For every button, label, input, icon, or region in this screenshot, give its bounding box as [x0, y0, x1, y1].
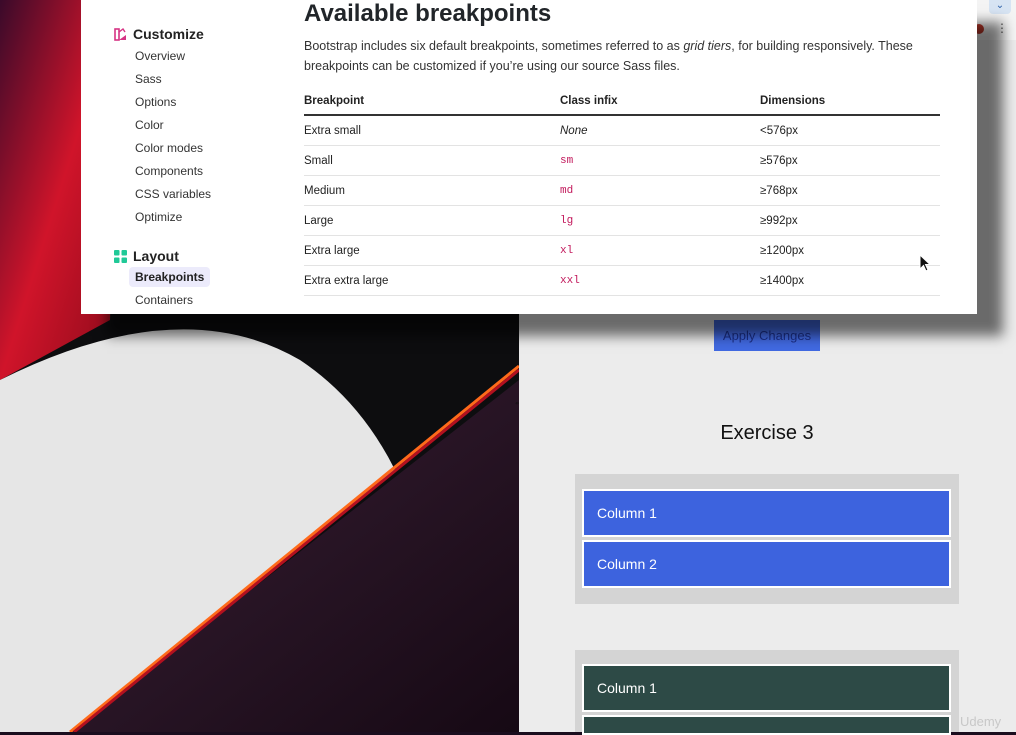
- class-infix-code: xxl: [560, 275, 580, 287]
- column-1: Column 1: [582, 664, 951, 712]
- class-infix-code: xl: [560, 245, 574, 257]
- page-description: Bootstrap includes six default breakpoin…: [304, 39, 913, 73]
- table-row: Extra extra large xxl ≥1400px: [304, 265, 940, 296]
- sidebar-item-color-modes[interactable]: Color modes: [135, 141, 203, 155]
- sidebar-item-options[interactable]: Options: [135, 95, 176, 109]
- class-infix-code: sm: [560, 155, 574, 167]
- sidebar-item-components[interactable]: Components: [135, 164, 203, 178]
- column-header-dimensions: Dimensions: [760, 88, 940, 116]
- sidebar-item-css-variables[interactable]: CSS variables: [135, 187, 211, 201]
- table-row: Small sm ≥576px: [304, 145, 940, 176]
- column-header-breakpoint: Breakpoint: [304, 88, 560, 116]
- sidebar-item-overview[interactable]: Overview: [135, 49, 185, 63]
- column-header-class-infix: Class infix: [560, 88, 760, 116]
- grid-icon: [114, 249, 127, 263]
- class-infix-code: lg: [560, 215, 574, 227]
- sidebar-section-customize[interactable]: Customize: [114, 26, 204, 42]
- chevron-down-icon[interactable]: ⌄: [989, 0, 1011, 14]
- palette-icon: [114, 27, 126, 41]
- exercise-row-container: Column 1 Column 2: [575, 474, 959, 604]
- udemy-watermark: Udemy: [960, 714, 1002, 729]
- table-row: Large lg ≥992px: [304, 205, 940, 236]
- table-row: Medium md ≥768px: [304, 175, 940, 206]
- class-infix-code: md: [560, 185, 574, 197]
- kebab-icon[interactable]: ⋮: [996, 22, 1008, 34]
- sidebar-item-color[interactable]: Color: [135, 118, 164, 132]
- arrow-cursor-icon: [919, 254, 932, 272]
- bootstrap-docs-window: Customize Overview Sass Options Color Co…: [81, 0, 977, 314]
- sidebar-item-containers[interactable]: Containers: [135, 293, 193, 307]
- table-header-row: Breakpoint Class infix Dimensions: [304, 88, 940, 116]
- column-2: Column 2: [582, 540, 951, 588]
- sidebar-heading: Layout: [133, 248, 179, 264]
- sidebar-item-sass[interactable]: Sass: [135, 72, 162, 86]
- docs-sidebar: Customize Overview Sass Options Color Co…: [81, 0, 281, 314]
- sidebar-section-layout[interactable]: Layout: [114, 248, 179, 264]
- table-row: Extra large xl ≥1200px: [304, 235, 940, 266]
- apply-changes-button[interactable]: Apply Changes: [714, 320, 820, 351]
- table-row: Extra small None <576px: [304, 115, 940, 146]
- breakpoints-table: Breakpoint Class infix Dimensions Extra …: [304, 88, 940, 296]
- sidebar-item-breakpoints[interactable]: Breakpoints: [129, 267, 211, 287]
- column-1: Column 1: [582, 489, 951, 537]
- page-title: Available breakpoints: [304, 0, 552, 27]
- exercise-row-container-2: Column 1: [575, 650, 959, 735]
- sidebar-item-optimize[interactable]: Optimize: [135, 210, 182, 224]
- exercise-title: Exercise 3: [720, 422, 814, 444]
- column-2: [582, 715, 951, 735]
- sidebar-heading: Customize: [133, 26, 204, 42]
